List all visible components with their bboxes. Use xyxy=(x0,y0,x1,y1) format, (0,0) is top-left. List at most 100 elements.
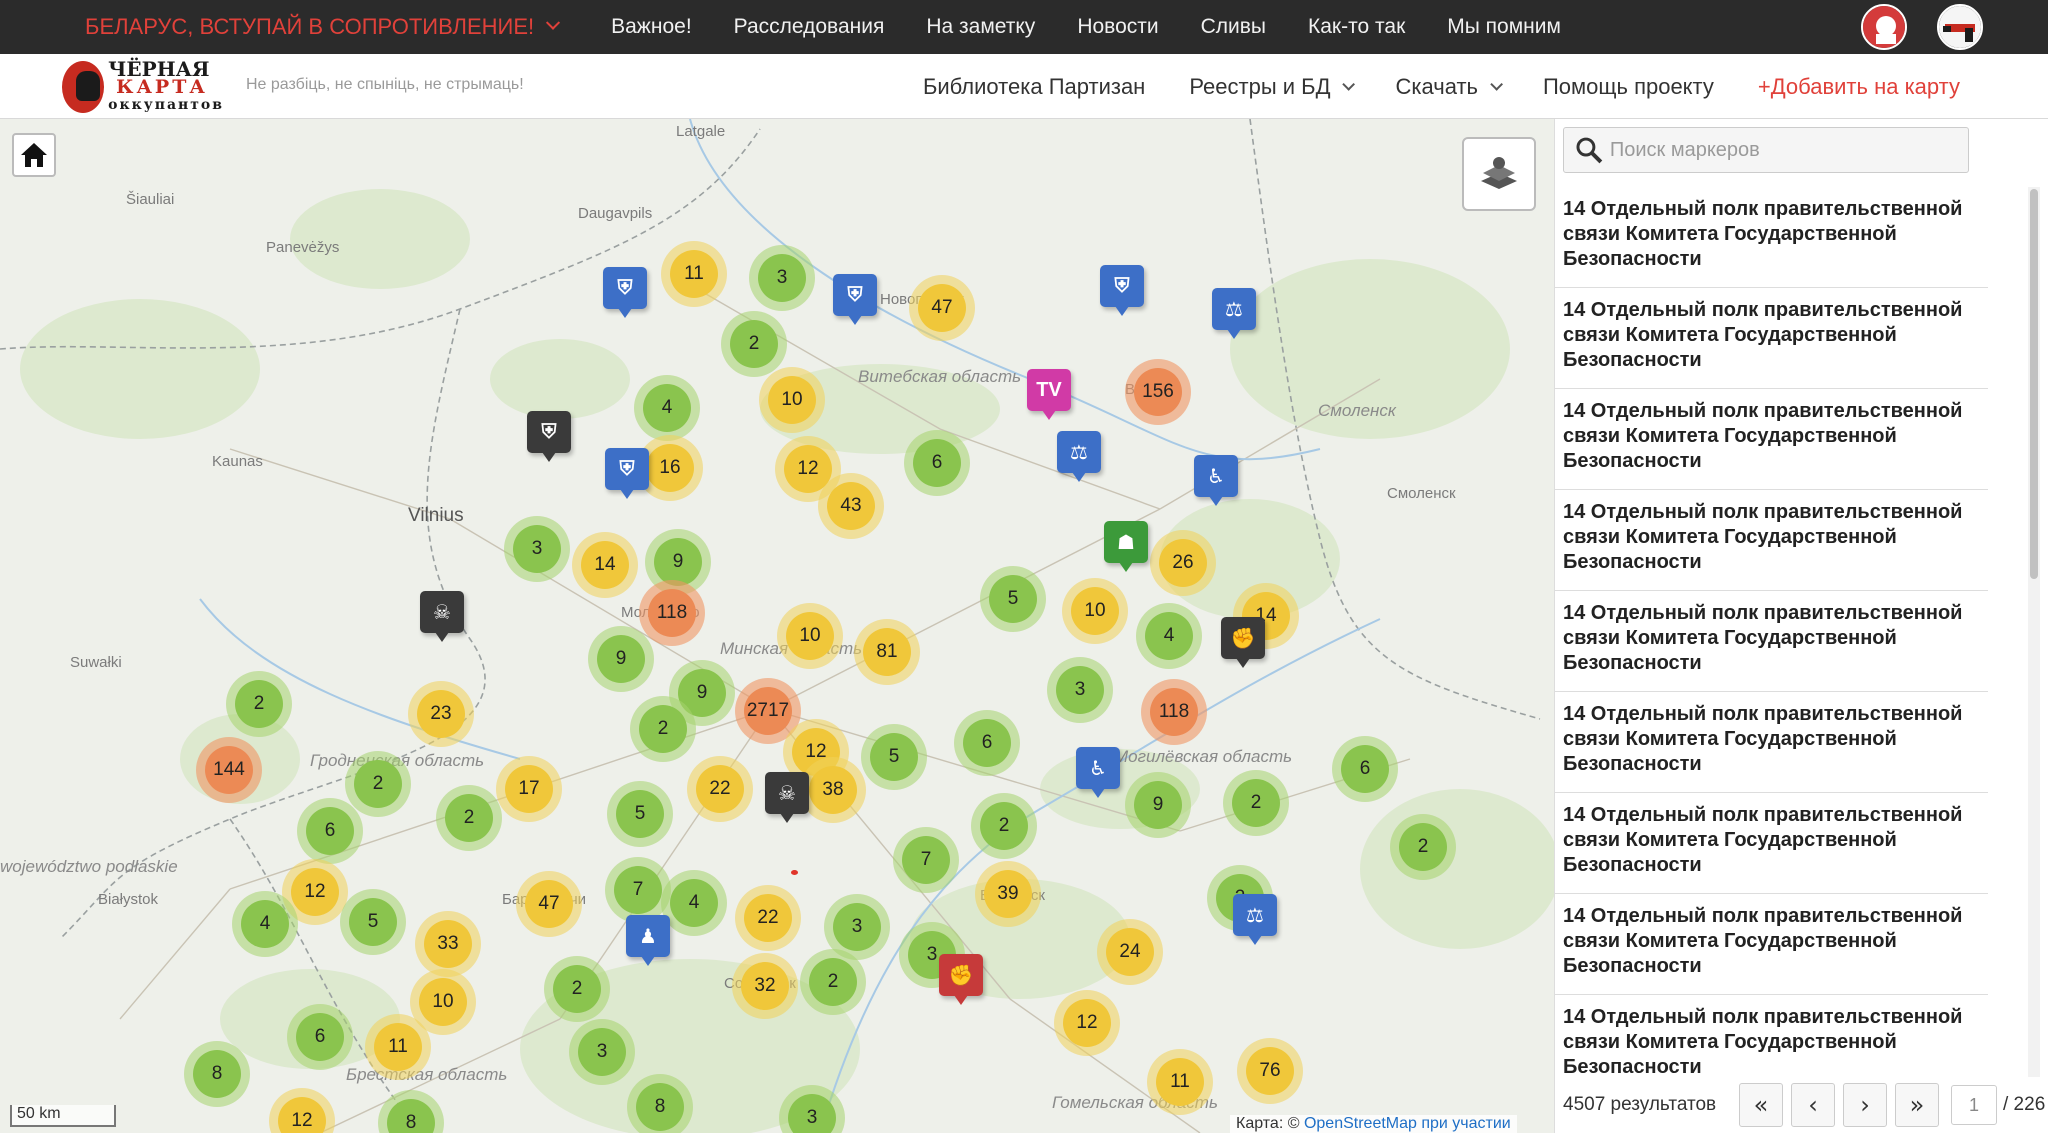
court-marker-icon[interactable]: ⚖ xyxy=(1212,288,1256,339)
marker-cluster[interactable]: 26 xyxy=(1150,530,1216,596)
marker-cluster[interactable]: 24 xyxy=(1097,919,1163,985)
marker-cluster[interactable]: 2 xyxy=(971,793,1037,859)
marker-search-input[interactable] xyxy=(1609,138,1968,162)
marker-cluster[interactable]: 33 xyxy=(415,911,481,977)
marker-cluster[interactable]: 6 xyxy=(954,710,1020,776)
marker-cluster[interactable]: 81 xyxy=(854,619,920,685)
marker-cluster[interactable]: 39 xyxy=(975,861,1041,927)
marker-cluster[interactable]: 32 xyxy=(732,953,798,1019)
nav-help-project[interactable]: Помощь проекту xyxy=(1521,74,1736,100)
site-logo[interactable]: ЧЁРНАЯ КАРТА оккупантов xyxy=(62,58,224,116)
marker-cluster[interactable]: 22 xyxy=(687,756,753,822)
court-marker-icon[interactable]: ⚖ xyxy=(1057,431,1101,482)
page-number-input[interactable] xyxy=(1951,1085,1997,1125)
accessibility-marker-icon[interactable]: ♿ xyxy=(1194,455,1238,506)
marker-cluster[interactable]: 11 xyxy=(1147,1049,1213,1115)
marker-cluster[interactable]: 7 xyxy=(893,827,959,893)
top-nav-notes[interactable]: На заметку xyxy=(905,15,1056,39)
shield-marker-icon[interactable]: ⛨ xyxy=(527,411,571,462)
marker-cluster[interactable]: 6 xyxy=(287,1004,353,1070)
marker-cluster[interactable]: 2 xyxy=(721,311,787,377)
marker-list-item[interactable]: 14 Отдельный полк правительственной связ… xyxy=(1555,288,1988,389)
marker-cluster[interactable]: 47 xyxy=(516,871,582,937)
marker-cluster[interactable]: 38 xyxy=(800,757,866,823)
slogan-dropdown[interactable]: БЕЛАРУС, ВСТУПАЙ В СОПРОТИВЛЕНИЕ! xyxy=(85,14,561,40)
marker-cluster[interactable]: 4 xyxy=(661,870,727,936)
marker-cluster[interactable]: 12 xyxy=(1054,990,1120,1056)
marker-cluster[interactable]: 118 xyxy=(639,580,705,646)
marker-cluster[interactable]: 9 xyxy=(588,626,654,692)
nav-registries[interactable]: Реестры и БД xyxy=(1167,74,1373,100)
marker-cluster[interactable]: 156 xyxy=(1125,359,1191,425)
marker-cluster[interactable]: 6 xyxy=(297,798,363,864)
accessibility-marker-icon[interactable]: ♿ xyxy=(1076,747,1120,798)
marker-cluster[interactable]: 9 xyxy=(1125,772,1191,838)
prev-page-button[interactable]: ‹ xyxy=(1791,1083,1835,1127)
marker-list-item[interactable]: 14 Отдельный полк правительственной связ… xyxy=(1555,995,1988,1077)
top-nav-news[interactable]: Новости xyxy=(1056,15,1179,39)
layers-button[interactable] xyxy=(1462,137,1536,211)
marker-cluster[interactable]: 144 xyxy=(196,737,262,803)
prison-marker-icon[interactable]: ☠ xyxy=(420,591,464,642)
marker-cluster[interactable]: 22 xyxy=(735,885,801,951)
marker-cluster[interactable]: 17 xyxy=(496,756,562,822)
last-page-button[interactable]: » xyxy=(1895,1083,1939,1127)
marker-cluster[interactable]: 2 xyxy=(226,671,292,737)
marker-cluster[interactable]: 11 xyxy=(661,241,727,307)
group-marker-icon[interactable]: ☗ xyxy=(1104,521,1148,572)
prison-marker-icon[interactable]: ☠ xyxy=(765,772,809,823)
marker-cluster[interactable]: 4 xyxy=(232,891,298,957)
marker-cluster[interactable]: 5 xyxy=(980,566,1046,632)
judge-marker-icon[interactable]: ♟ xyxy=(626,915,670,966)
next-page-button[interactable]: › xyxy=(1843,1083,1887,1127)
add-to-map-link[interactable]: +Добавить на карту xyxy=(1736,74,1960,100)
marker-cluster[interactable]: 2 xyxy=(630,696,696,762)
top-nav-leaks[interactable]: Сливы xyxy=(1180,15,1287,39)
marker-cluster[interactable]: 76 xyxy=(1237,1038,1303,1104)
shield-marker-icon[interactable]: ⛨ xyxy=(833,274,877,325)
home-button[interactable] xyxy=(12,133,56,177)
marker-list-item[interactable]: 14 Отдельный полк правительственной связ… xyxy=(1555,692,1988,793)
nav-library[interactable]: Библиотека Партизан xyxy=(901,74,1167,100)
marker-cluster[interactable]: 10 xyxy=(1062,578,1128,644)
fist-marker-icon[interactable]: ✊ xyxy=(939,954,983,1005)
court-marker-icon[interactable]: ⚖ xyxy=(1233,894,1277,945)
scrollbar-thumb[interactable] xyxy=(2030,189,2038,579)
marker-cluster[interactable]: 11 xyxy=(365,1014,431,1080)
marker-cluster[interactable]: 5 xyxy=(861,724,927,790)
tv-marker-icon[interactable]: TV xyxy=(1027,369,1071,420)
marker-cluster[interactable]: 4 xyxy=(1136,603,1202,669)
marker-cluster[interactable]: 10 xyxy=(759,367,825,433)
marker-cluster[interactable]: 4 xyxy=(634,375,700,441)
marker-cluster[interactable]: 2 xyxy=(1390,814,1456,880)
top-nav-misc[interactable]: Как-то так xyxy=(1287,15,1426,39)
marker-cluster[interactable]: 6 xyxy=(1332,736,1398,802)
marker-cluster[interactable]: 2 xyxy=(1223,770,1289,836)
marker-cluster[interactable]: 43 xyxy=(818,473,884,539)
partner-logo-1[interactable] xyxy=(1861,4,1907,50)
marker-cluster[interactable]: 47 xyxy=(909,275,975,341)
map-view[interactable]: LatgaleŠiauliaiDaugavpilsPanevėžysНовопо… xyxy=(0,119,1554,1133)
marker-cluster[interactable]: 8 xyxy=(184,1041,250,1107)
marker-cluster[interactable]: 10 xyxy=(777,603,843,669)
marker-list-item[interactable]: 14 Отдельный полк правительственной связ… xyxy=(1555,591,1988,692)
first-page-button[interactable]: « xyxy=(1739,1083,1783,1127)
marker-cluster[interactable]: 3 xyxy=(504,516,570,582)
marker-cluster[interactable]: 5 xyxy=(607,781,673,847)
marker-list-item[interactable]: 14 Отдельный полк правительственной связ… xyxy=(1555,793,1988,894)
police-marker-icon[interactable]: ⛨ xyxy=(603,267,647,318)
marker-cluster[interactable]: 118 xyxy=(1141,679,1207,745)
top-nav-investigations[interactable]: Расследования xyxy=(713,15,906,39)
marker-cluster[interactable]: 2 xyxy=(345,751,411,817)
fist-marker-icon[interactable]: ✊ xyxy=(1221,617,1265,668)
nav-download[interactable]: Скачать xyxy=(1373,74,1521,100)
marker-cluster[interactable]: 23 xyxy=(408,681,474,747)
marker-cluster[interactable]: 3 xyxy=(1047,657,1113,723)
marker-cluster[interactable]: 8 xyxy=(627,1074,693,1133)
top-nav-important[interactable]: Важное! xyxy=(590,15,713,39)
marker-cluster[interactable]: 6 xyxy=(904,430,970,496)
marker-cluster[interactable]: 2 xyxy=(436,785,502,851)
shield-marker-icon[interactable]: ⛨ xyxy=(605,448,649,499)
marker-list-item[interactable]: 14 Отдельный полк правительственной связ… xyxy=(1555,389,1988,490)
marker-cluster[interactable]: 5 xyxy=(340,889,406,955)
